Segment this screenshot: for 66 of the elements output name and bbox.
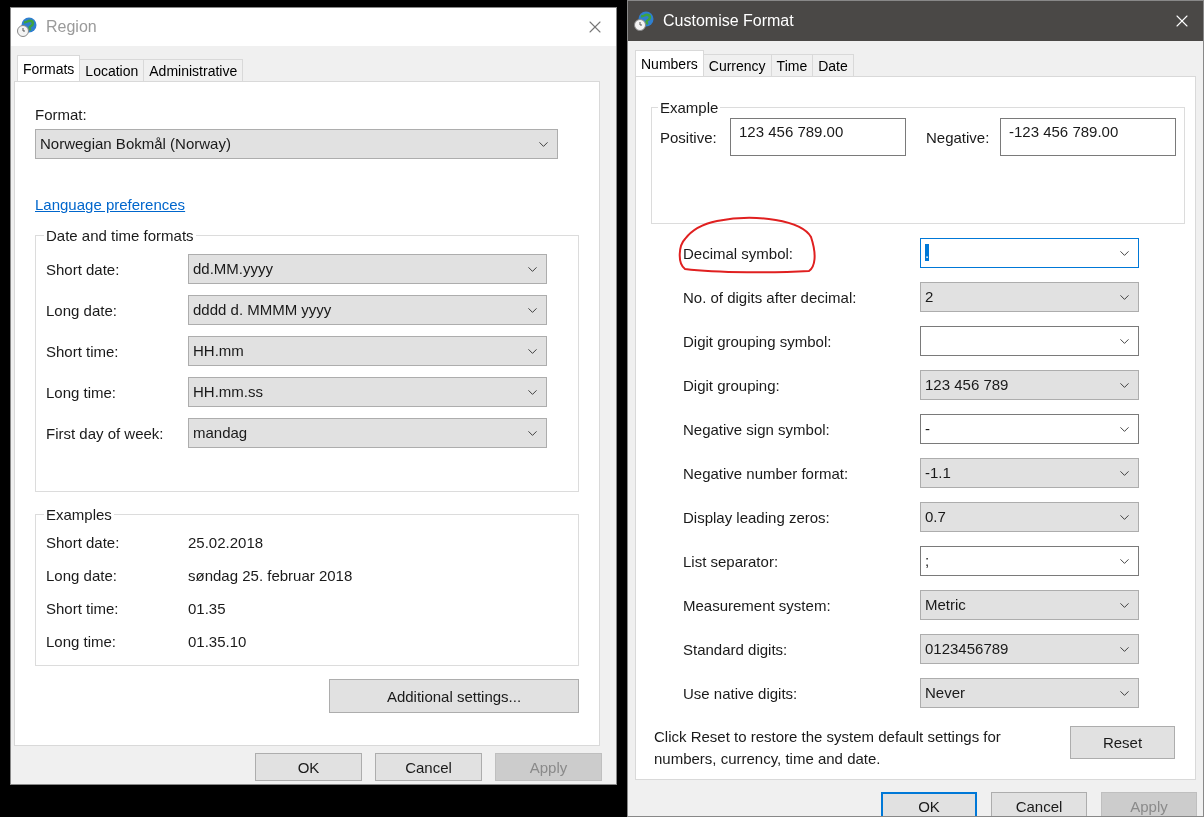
group-title: Examples <box>45 506 113 523</box>
dialog-button[interactable]: OK <box>881 792 977 816</box>
dialog-button[interactable]: Cancel <box>991 792 1087 816</box>
text-field[interactable]: -123 456 789.00 <box>1000 118 1176 156</box>
dropdown[interactable]: Norwegian Bokmål (Norway) <box>35 129 558 159</box>
dropdown[interactable]: mandag <box>188 418 547 448</box>
example-value: 01.35.10 <box>188 632 248 650</box>
dropdown[interactable]: 0123456789 <box>920 634 1139 664</box>
window-title: Region <box>46 18 98 36</box>
field-label: List separator: <box>683 552 779 570</box>
dialog-button[interactable]: OK <box>255 753 362 781</box>
text-field[interactable]: 123 456 789.00 <box>730 118 906 156</box>
field-label: Decimal symbol: <box>683 244 794 262</box>
field-label: Digit grouping: <box>683 376 780 394</box>
example-value: 25.02.2018 <box>188 533 265 551</box>
dropdown[interactable]: 123 456 789 <box>920 370 1139 400</box>
field-label: Long date: <box>46 301 118 319</box>
field-label: Long time: <box>46 383 118 401</box>
field-label: Short time: <box>46 342 120 360</box>
field-label: Positive: <box>660 128 718 146</box>
field-label: Use native digits: <box>683 684 798 702</box>
reset-button[interactable]: Reset <box>1070 726 1175 759</box>
group-title: Example <box>659 99 720 116</box>
tab[interactable]: Administrative <box>143 59 244 81</box>
tab[interactable]: Formats <box>17 55 81 81</box>
field-label: First day of week: <box>46 424 165 442</box>
combo-box[interactable]: . <box>920 238 1139 268</box>
field-label: Digit grouping symbol: <box>683 332 832 350</box>
tab[interactable]: Numbers <box>635 50 704 76</box>
example-label: Short time: <box>46 599 120 617</box>
dropdown[interactable]: 0.7 <box>920 502 1139 532</box>
example-value: 01.35 <box>188 599 227 617</box>
combo-box[interactable] <box>920 326 1139 356</box>
dropdown[interactable]: Never <box>920 678 1139 708</box>
combo-box[interactable]: ; <box>920 546 1139 576</box>
dropdown[interactable]: -1.1 <box>920 458 1139 488</box>
globe-clock-icon <box>633 10 655 32</box>
dropdown[interactable]: dddd d. MMMM yyyy <box>188 295 547 325</box>
field-label: Measurement system: <box>683 596 831 614</box>
additional-settings-button[interactable]: Additional settings... <box>329 679 579 713</box>
field-label: Negative sign symbol: <box>683 420 830 438</box>
tab[interactable]: Date <box>812 54 854 76</box>
field-label: No. of digits after decimal: <box>683 288 857 306</box>
reset-note: Click Reset to restore the system default settings for numbers, currency, time and date. <box>654 727 1002 769</box>
field-label: Negative number format: <box>683 464 849 482</box>
example-label: Long time: <box>46 632 118 650</box>
dropdown[interactable]: Metric <box>920 590 1139 620</box>
dropdown[interactable]: dd.MM.yyyy <box>188 254 547 284</box>
globe-clock-icon <box>16 16 38 38</box>
dropdown[interactable]: 2 <box>920 282 1139 312</box>
example-label: Long date: <box>46 566 118 584</box>
language-preferences-link[interactable]: Language preferences <box>35 196 186 213</box>
group-title: Date and time formats <box>45 227 195 244</box>
combo-box[interactable]: - <box>920 414 1139 444</box>
dialog-button[interactable]: Cancel <box>375 753 482 781</box>
window-title: Customise Format <box>663 12 795 30</box>
dropdown[interactable]: HH.mm.ss <box>188 377 547 407</box>
field-label: Short date: <box>46 260 121 278</box>
format-label: Format: <box>35 106 88 123</box>
field-label: Display leading zeros: <box>683 508 830 526</box>
example-value: søndag 25. februar 2018 <box>188 566 354 584</box>
field-label: Negative: <box>926 128 991 146</box>
field-label: Standard digits: <box>683 640 788 658</box>
tab[interactable]: Currency <box>702 54 772 76</box>
example-label: Short date: <box>46 533 121 551</box>
dropdown[interactable]: HH.mm <box>188 336 547 366</box>
